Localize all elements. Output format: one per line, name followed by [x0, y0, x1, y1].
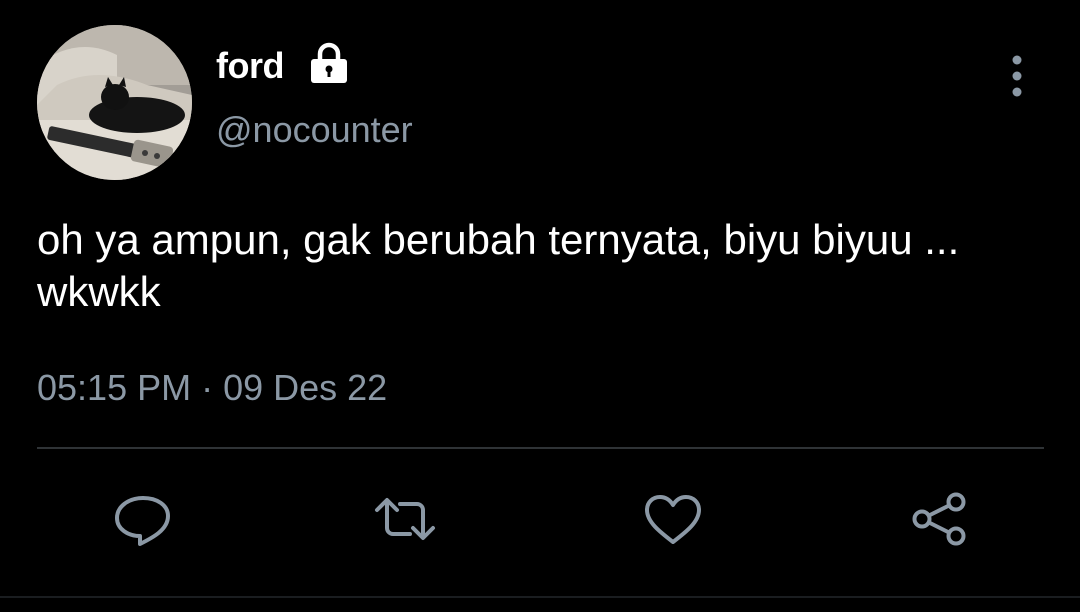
like-icon: [645, 495, 701, 544]
like-button[interactable]: [640, 488, 706, 550]
tweet-timestamp[interactable]: 05:15 PM · 09 Des 22: [37, 366, 387, 410]
tweet-text: oh ya ampun, gak berubah ternyata, biyu …: [37, 216, 960, 315]
share-button[interactable]: [906, 488, 972, 550]
more-vertical-icon[interactable]: [1000, 52, 1034, 100]
retweet-button[interactable]: [372, 488, 438, 550]
share-icon: [912, 492, 966, 546]
avatar[interactable]: [37, 25, 192, 180]
author-display-name[interactable]: ford: [216, 44, 284, 88]
divider: [37, 447, 1044, 449]
reply-icon: [115, 496, 170, 546]
author-handle[interactable]: @nocounter: [216, 108, 413, 152]
retweet-icon: [375, 498, 435, 540]
tweet-detail: ford @nocounter oh ya ampun, gak berubah…: [0, 0, 1080, 612]
lock-icon: [306, 42, 352, 84]
avatar-photo: [37, 25, 192, 180]
reply-button[interactable]: [110, 488, 176, 550]
bottom-divider: [0, 596, 1080, 598]
